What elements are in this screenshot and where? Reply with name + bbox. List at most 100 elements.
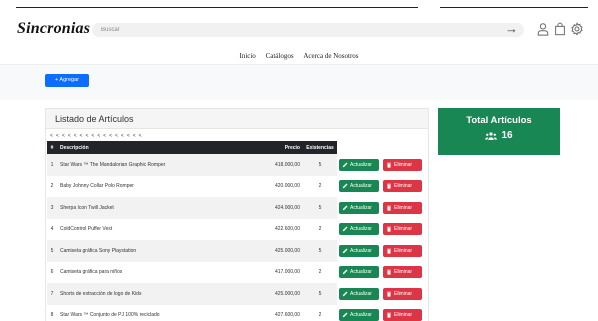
update-button[interactable]: Actualizar	[339, 266, 379, 279]
total-count: 16	[501, 130, 513, 141]
articles-table: # Descripción Precio Existencias 1 Star W…	[47, 141, 337, 321]
update-button[interactable]: Actualizar	[339, 244, 379, 257]
row-stock: 2	[318, 183, 322, 190]
update-button[interactable]: Actualizar	[339, 309, 379, 321]
add-button[interactable]: + Agregar	[45, 74, 89, 87]
row-number: 1	[50, 161, 54, 168]
row-stock: 2	[318, 226, 322, 233]
row-number: 8	[50, 312, 54, 319]
delete-button[interactable]: Eliminar	[383, 158, 422, 171]
delete-button[interactable]: Eliminar	[383, 180, 422, 193]
update-label: Actualizar	[350, 161, 372, 168]
update-button[interactable]: Actualizar	[339, 223, 379, 236]
row-description: Camiseta gráfica para niños	[60, 269, 123, 276]
delete-label: Eliminar	[394, 161, 413, 168]
table-row: 8 Star Wars ™ Conjunto de PJ 100% recicla…	[47, 304, 337, 321]
row-action-group: Actualizar Eliminar	[336, 262, 428, 284]
pagination-marks: < < < < < < < < < < < < < < < <	[50, 133, 143, 139]
row-stock: 5	[318, 161, 322, 168]
update-label: Actualizar	[350, 183, 372, 190]
row-price: 424.000,00	[274, 204, 300, 211]
row-action-group: Actualizar Eliminar	[336, 305, 428, 321]
table-row: 3 Sherpa Icon Twill Jacket 424.000,00 5	[47, 197, 337, 219]
gear-icon[interactable]	[570, 22, 584, 36]
pencil-icon	[342, 312, 348, 318]
table-header-row: # Descripción Precio Existencias	[47, 141, 337, 154]
main-nav: Inicio Catálogos Acerca de Nosotros	[0, 52, 598, 60]
delete-label: Eliminar	[394, 204, 413, 211]
row-action-group: Actualizar Eliminar	[336, 154, 428, 176]
update-button[interactable]: Actualizar	[339, 201, 379, 214]
table-row: 6 Camiseta gráfica para niños 417.000,00 2	[47, 261, 337, 283]
row-description: Star Wars ™ Conjunto de PJ 100% reciclad…	[60, 312, 160, 319]
brand-logo[interactable]: Sincronias	[17, 20, 90, 38]
delete-button[interactable]: Eliminar	[383, 223, 422, 236]
toolbar-band	[0, 64, 598, 100]
delete-button[interactable]: Eliminar	[383, 287, 422, 300]
user-icon[interactable]	[536, 22, 550, 36]
row-number: 7	[50, 290, 54, 297]
delete-label: Eliminar	[394, 290, 413, 297]
trash-icon	[387, 313, 391, 318]
row-number: 4	[50, 226, 54, 233]
pencil-icon	[342, 205, 348, 210]
row-stock: 5	[318, 247, 322, 254]
cart-icon[interactable]	[553, 22, 567, 36]
row-action-group: Actualizar Eliminar	[336, 283, 428, 305]
row-number: 5	[50, 247, 54, 254]
update-button[interactable]: Actualizar	[339, 287, 379, 300]
row-actions: Actualizar Eliminar Actualizar Eliminar Actu…	[336, 154, 428, 321]
row-description: ColdControl Puffer Vest	[60, 226, 113, 233]
row-stock: 5	[318, 204, 322, 211]
pencil-icon	[342, 162, 348, 167]
delete-button[interactable]: Eliminar	[383, 201, 422, 214]
delete-button[interactable]: Eliminar	[383, 244, 422, 257]
nav-acerca[interactable]: Acerca de Nosotros	[303, 52, 358, 60]
top-border	[16, 7, 588, 8]
delete-label: Eliminar	[394, 183, 413, 190]
arrow-right-icon[interactable]: →	[505, 21, 518, 37]
row-price: 422.600,00	[274, 226, 300, 233]
delete-button[interactable]: Eliminar	[383, 309, 422, 321]
nav-catalogos[interactable]: Catálogos	[266, 52, 294, 60]
row-description: Baby Johnny Collar Polo Romper	[60, 183, 134, 190]
delete-label: Eliminar	[394, 226, 413, 233]
col-price: Precio	[284, 144, 300, 151]
update-button[interactable]: Actualizar	[339, 158, 379, 171]
trash-icon	[387, 227, 391, 232]
row-price: 420.000,00	[274, 183, 300, 190]
row-stock: 2	[318, 269, 322, 276]
pencil-icon	[342, 269, 348, 275]
delete-button[interactable]: Eliminar	[383, 266, 422, 279]
update-label: Actualizar	[350, 226, 372, 233]
nav-inicio[interactable]: Inicio	[239, 52, 255, 60]
update-button[interactable]: Actualizar	[339, 180, 379, 193]
trash-icon	[387, 248, 391, 254]
search-bar[interactable]: →	[92, 21, 524, 37]
search-input[interactable]	[101, 24, 481, 36]
table-row: 5 Camiseta gráfica Sony Playstation 425.00…	[47, 240, 337, 262]
table-row: 1 Star Wars ™ The Mandalorian Graphic Rom…	[47, 154, 337, 176]
row-description: Sherpa Icon Twill Jacket	[60, 204, 114, 211]
update-label: Actualizar	[350, 312, 372, 319]
row-number: 2	[50, 183, 54, 190]
trash-icon	[387, 291, 391, 297]
table-row: 4 ColdControl Puffer Vest 422.600,00 2	[47, 218, 337, 240]
col-stock: Existencias	[306, 144, 334, 151]
total-value: 16	[438, 130, 560, 141]
top-border-gap	[418, 6, 440, 9]
row-action-group: Actualizar Eliminar	[336, 240, 428, 262]
row-price: 417.000,00	[274, 269, 300, 276]
delete-label: Eliminar	[394, 312, 413, 319]
row-description: Star Wars ™ The Mandalorian Graphic Romp…	[60, 161, 166, 168]
row-description: Shorts de extracción de logo de Kids	[60, 290, 142, 297]
update-label: Actualizar	[350, 269, 372, 276]
panel-title: Listado de Artículos	[55, 114, 134, 124]
row-stock: 5	[318, 290, 322, 297]
col-description: Descripción	[60, 144, 89, 151]
row-stock: 2	[318, 312, 322, 319]
update-label: Actualizar	[350, 204, 372, 211]
pencil-icon	[342, 183, 348, 189]
table-row: 7 Shorts de extracción de logo de Kids 425…	[47, 283, 337, 305]
trash-icon	[387, 162, 391, 168]
